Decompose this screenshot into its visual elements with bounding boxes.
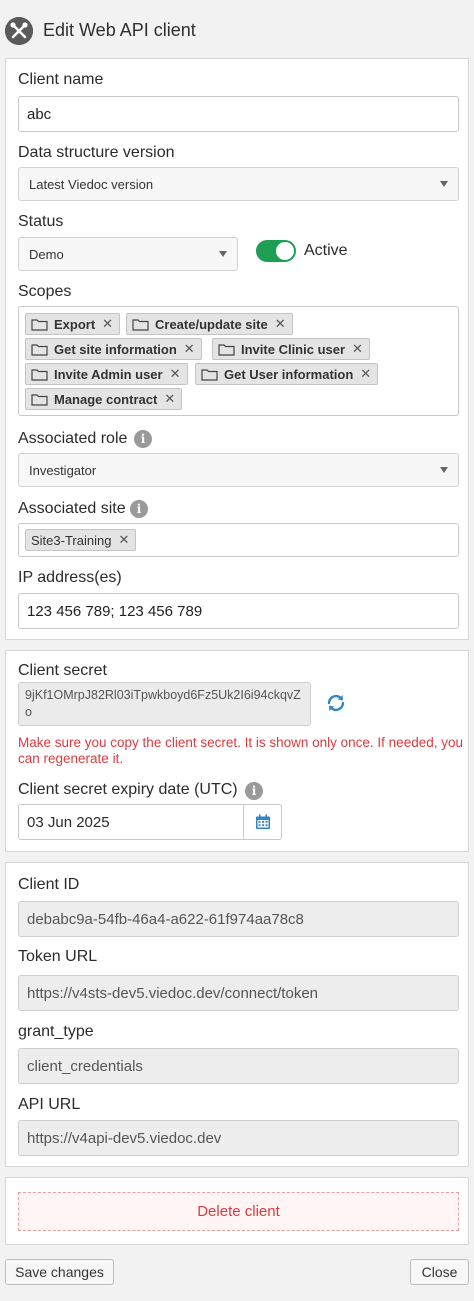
info-icon[interactable]: i [245,782,263,800]
api-url-field[interactable]: https://v4api-dev5.viedoc.dev [18,1120,459,1156]
grant-type-label: grant_type [18,1023,94,1040]
folder-icon [201,368,218,381]
associated-site-label: Associated site [18,500,126,517]
page-title: Edit Web API client [43,20,196,40]
scope-tag-label: Invite Admin user [54,366,163,382]
delete-client-button[interactable]: Delete client [18,1192,459,1231]
secret-warning: Make sure you copy the client secret. It… [18,735,463,766]
scope-tag: Get site information ✕ [25,338,202,360]
scope-tag-label: Export [54,316,96,332]
token-url-label: Token URL [18,948,98,965]
ip-address-label: IP address(es) [18,569,122,586]
scope-tag: Invite Clinic user ✕ [212,338,370,360]
secret-panel: Client secret 9jKf1OMrpJ82Rl03iTpwkboyd6… [5,650,469,852]
folder-icon [31,318,48,331]
client-name-input[interactable]: abc [18,96,459,132]
info-icon[interactable]: i [130,500,148,518]
status-select[interactable]: Demo [18,237,238,271]
expiry-label: Client secret expiry date (UTC) [18,781,238,798]
scope-tag-label: Invite Clinic user [241,341,346,357]
client-id-field[interactable]: debabc9a-54fb-46a4-a622-61f974aa78c8 [18,901,459,937]
settings-panel: Client name abc Data structure version L… [5,58,469,640]
remove-icon[interactable]: ✕ [275,316,286,332]
client-secret-value[interactable]: 9jKf1OMrpJ82Rl03iTpwkboyd6Fz5Uk2I6i94ckq… [18,682,311,726]
active-toggle-label: Active [304,242,348,259]
remove-icon[interactable]: ✕ [164,391,175,407]
remove-icon[interactable]: ✕ [184,341,195,357]
client-secret-label: Client secret [18,662,107,679]
scope-tag-label: Get User information [224,366,354,382]
remove-icon[interactable]: ✕ [102,316,113,332]
scope-tag-label: Manage contract [54,391,158,407]
ip-address-input[interactable]: 123 456 789; 123 456 789 [18,593,459,629]
scope-tag-label: Get site information [54,341,177,357]
save-changes-button[interactable]: Save changes [5,1259,114,1285]
scopes-label: Scopes [18,283,72,300]
calendar-button[interactable] [243,804,282,840]
caret-down-icon [219,251,227,257]
info-icon[interactable]: i [134,430,152,448]
tools-icon [5,17,33,45]
scope-tag: Export ✕ [25,313,121,335]
remove-icon[interactable]: ✕ [170,366,181,382]
refresh-icon[interactable] [324,691,348,715]
caret-down-icon [440,181,448,187]
scope-tag: Invite Admin user ✕ [25,363,188,385]
remove-icon[interactable]: ✕ [352,341,363,357]
calendar-icon [255,814,270,829]
associated-role-label: Associated role [18,430,128,447]
site-tag: Site3-Training ✕ [25,529,137,551]
scope-tag: Manage contract ✕ [25,388,183,410]
details-panel: Client ID debabc9a-54fb-46a4-a622-61f974… [5,862,469,1167]
api-url-label: API URL [18,1096,81,1113]
grant-type-field[interactable]: client_credentials [18,1048,459,1084]
data-structure-select[interactable]: Latest Viedoc version [18,167,459,201]
folder-icon [31,368,48,381]
associated-site-field[interactable]: Site3-Training ✕ [18,523,459,557]
associated-role-select[interactable]: Investigator [18,453,459,487]
dialog-header: Edit Web API client [0,0,474,60]
folder-icon [31,343,48,356]
site-tag-label: Site3-Training [31,532,112,548]
status-value: Demo [29,246,64,262]
danger-panel: Delete client [5,1177,469,1245]
token-url-field[interactable]: https://v4sts-dev5.viedoc.dev/connect/to… [18,975,459,1011]
scope-tag: Get User information ✕ [195,363,379,385]
close-button[interactable]: Close [410,1259,469,1285]
scopes-field[interactable]: Export ✕ Create/update site ✕ Get site i… [18,306,459,416]
data-structure-value: Latest Viedoc version [29,176,154,192]
scope-tag-label: Create/update site [155,316,268,332]
remove-icon[interactable]: ✕ [360,366,371,382]
client-id-label: Client ID [18,876,80,893]
remove-icon[interactable]: ✕ [118,532,129,548]
folder-icon [218,343,235,356]
folder-icon [31,393,48,406]
associated-role-value: Investigator [29,462,97,478]
folder-icon [132,318,149,331]
toggle-knob [276,242,294,260]
scope-tag: Create/update site ✕ [126,313,293,335]
status-label: Status [18,213,64,230]
caret-down-icon [440,467,448,473]
active-toggle[interactable] [256,240,296,262]
expiry-date-input[interactable]: 03 Jun 2025 [18,804,244,840]
data-structure-label: Data structure version [18,144,175,161]
client-name-label: Client name [18,71,104,88]
